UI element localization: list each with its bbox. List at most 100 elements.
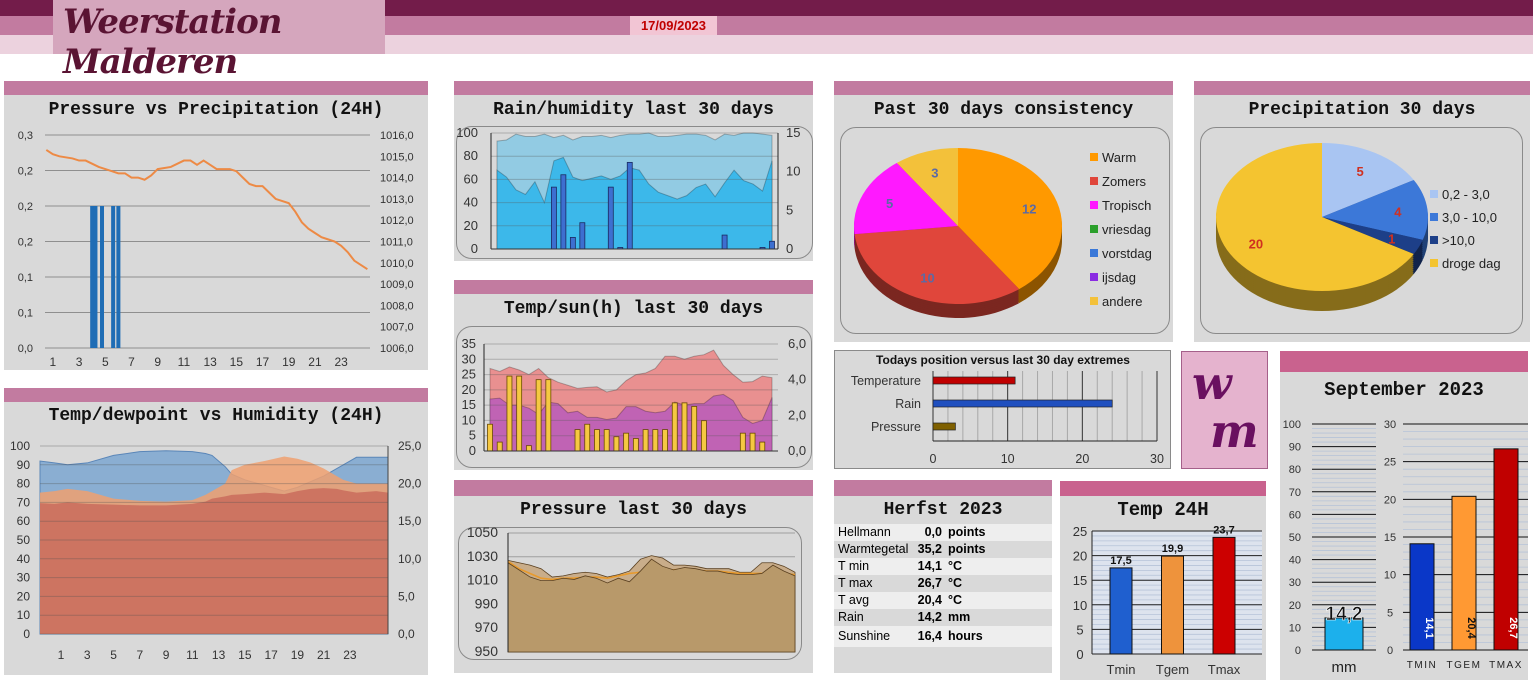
bar-value-label: 19,9 [1162,543,1183,555]
panel-temp-24h: Temp 24H 0 5 10 15 20 25 17,5 Tmin 19,9 Tgem 23,7 T… [1060,481,1266,680]
y-axis-right-label: 10,0 [398,552,422,566]
y-axis-right-label: 0 [786,241,793,256]
y-axis-right-label: 10 [786,164,800,179]
y-axis-left-label: 80 [17,477,31,491]
september-chart: 0 10 20 30 40 50 60 70 80 90 100 14,2 mm 0 5 10 15 20 25 30… [1283,419,1528,676]
y-axis-left-label: 990 [475,595,499,611]
y-axis-left-label: 0,2 [18,237,33,249]
precipitation-bar [111,206,116,348]
rain-axis-label: 60 [1289,509,1301,521]
panel-header-bar [834,81,1173,95]
y-axis-label: 5 [1076,622,1083,637]
sun-bar [594,429,600,452]
sun-bar [535,379,542,452]
category-label: Temperature [851,374,921,388]
y-axis-right-label: 1012,0 [380,215,414,227]
pressure-precipitation-chart: 0,0 0,1 0,1 0,2 0,2 0,2 0,3 1006,0 1007,0 1008,0 1… [18,130,414,369]
y-axis-label: 0 [1076,647,1083,662]
temp-axis-label: 25 [1384,457,1396,469]
legend-swatch [1090,201,1098,209]
temp-axis-label: 15 [1384,532,1396,544]
bar-tgem [1161,555,1184,655]
y-axis-right-label: 1013,0 [380,194,414,206]
stat-row-tavg: T avg 20,4 °C [834,592,1052,609]
dewpoint-area [40,488,388,634]
stat-value: 20,4 [917,593,942,607]
panel-today-position: Todays position versus last 30 day extre… [834,350,1171,469]
y-axis-left-label: 0,2 [18,201,33,213]
panel-september: September 2023 0 10 20 30 40 50 60 70 80 90 100 14,… [1280,351,1528,680]
y-axis-left-label: 1030 [467,548,498,564]
category-label: Rain [895,397,921,411]
precipitation-bar [100,206,105,348]
x-axis-label: 21 [308,355,322,369]
temp-axis-label: 30 [1384,419,1396,431]
legend-label: droge dag [1442,256,1501,271]
logo-letter-w: w [1192,356,1232,410]
x-axis-label: 1 [50,355,57,369]
y-axis-left-label: 100 [456,125,478,140]
legend-swatch [1090,177,1098,185]
x-axis-label: 15 [238,648,252,662]
rain-bar [579,222,586,250]
x-axis-label: 11 [178,355,191,369]
site-title: Weerstation Malderen [53,0,385,82]
x-axis-label: TMAX [1489,660,1523,671]
chart-title: Temp 24H [1117,499,1209,521]
panel-header-bar [454,480,813,496]
legend-swatch [1430,190,1438,198]
panel-pressure-30: Pressure last 30 days 950 970 990 1010 1030 1… [454,480,813,673]
y-axis-right-label: 1010,0 [380,258,414,270]
y-axis-right-label: 5,0 [398,589,415,603]
y-axis-right-label: 1008,0 [380,300,414,312]
x-axis-label: 11 [186,648,199,662]
rain-bar [550,186,557,250]
panel-precipitation-30: Precipitation 30 days 5 4 1 20 0,2 - 3,0 3,0 … [1194,81,1530,342]
legend-label: vorstdag [1102,246,1152,261]
y-axis-right-label: 1014,0 [380,173,414,185]
chart-title: Temp/dewpoint vs Humidity (24H) [48,406,384,426]
y-axis-left-label: 40 [464,195,478,210]
sun-bar [496,441,503,452]
panel-header-bar [1194,81,1530,95]
bar-value-label: 17,5 [1110,555,1131,567]
y-axis-left-label: 60 [464,171,478,186]
y-axis-label: 20 [1073,549,1087,564]
stat-value: 26,7 [917,576,942,590]
y-axis-left-label: 0,1 [18,272,33,284]
y-axis-left-label: 25 [462,367,476,382]
legend-label: ijsdag [1102,270,1136,285]
bar-tmax [1212,536,1236,655]
sun-bar [584,423,591,452]
y-axis-left-label: 0,2 [18,166,33,178]
stat-row-warmtegetal: Warmtegetal 35,2 points [834,541,1052,558]
x-axis-label: 5 [110,648,117,662]
chart-title: Pressure last 30 days [520,500,747,520]
sun-bar [749,432,756,452]
x-axis-label: Tmin [1107,662,1136,677]
y-axis-left-label: 20 [464,218,478,233]
consistency-pie-chart: 12 10 5 3 Warm Zomers Tropisch vriesdag vorstdag… [854,148,1152,318]
sun-bar [759,441,766,452]
stat-unit: hours [948,629,983,643]
panel-header-bar [454,280,813,294]
panel-header-bar [4,81,428,95]
y-axis-left-label: 10 [462,412,476,427]
sun-bar [613,436,620,452]
temp-sun-chart: 05101520253035 0,0 2,0 4,0 6,0 [462,336,807,458]
y-axis-left-label: 20 [17,589,31,603]
x-axis-label: 1 [58,648,65,662]
temp-axis-label: 5 [1387,607,1393,619]
stat-unit: °C [948,593,963,607]
y-axis-right-label: 2,0 [788,407,806,422]
x-axis-label: 7 [136,648,143,662]
chart-title: Rain/humidity last 30 days [493,100,774,120]
bar-value-label: 14,1 [1423,617,1435,638]
x-axis-label: 13 [203,355,217,369]
rain-unit-label: mm [1332,659,1357,676]
chart-title: Precipitation 30 days [1248,100,1476,120]
sun-bar [691,406,698,452]
y-axis-right-label: 4,0 [788,372,806,387]
legend-label: 0,2 - 3,0 [1442,187,1490,202]
pie-data-label: 20 [1249,237,1263,252]
